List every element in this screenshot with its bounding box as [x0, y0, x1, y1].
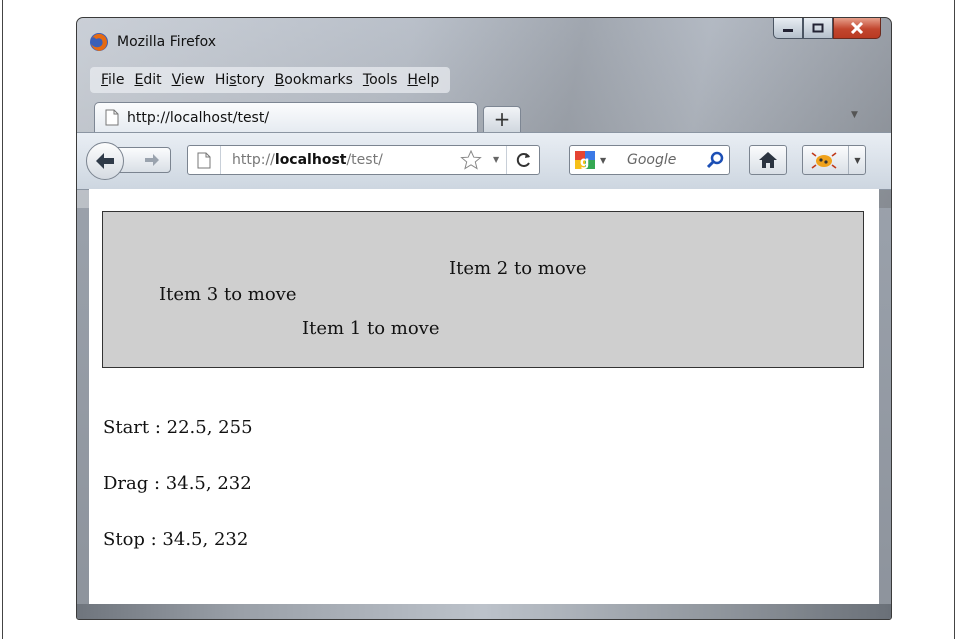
firebug-button[interactable]: ▼ — [802, 145, 866, 175]
firefox-window: Mozilla Firefox File Edit View History B… — [76, 17, 892, 620]
menu-view[interactable]: View — [172, 72, 205, 88]
new-tab-button[interactable]: + — [483, 106, 521, 133]
back-arrow-icon — [96, 153, 114, 169]
status-drag: Drag : 34.5, 232 — [103, 473, 252, 494]
menu-bar: File Edit View History Bookmarks Tools H… — [90, 67, 451, 93]
minimize-button[interactable] — [773, 18, 803, 39]
site-identity-button[interactable] — [188, 146, 221, 174]
close-button[interactable] — [833, 18, 881, 39]
status-stop: Stop : 34.5, 232 — [103, 529, 249, 550]
search-icon[interactable] — [706, 151, 724, 169]
title-bar: Mozilla Firefox — [89, 32, 216, 52]
draggable-item-3[interactable]: Item 3 to move — [159, 284, 296, 305]
menu-bookmarks[interactable]: Bookmarks — [275, 72, 353, 88]
url-path: /test/ — [346, 152, 383, 168]
draggable-item-1[interactable]: Item 1 to move — [302, 318, 439, 339]
url-text[interactable]: http://localhost/test/ — [232, 152, 383, 168]
reload-button[interactable] — [506, 146, 541, 174]
url-bar[interactable]: http://localhost/test/ ▼ — [187, 145, 540, 175]
maximize-icon — [812, 23, 824, 33]
forward-arrow-icon — [145, 154, 159, 166]
window-controls — [773, 18, 881, 40]
window-bottom-frame — [77, 604, 891, 619]
window-title: Mozilla Firefox — [117, 34, 217, 50]
status-start: Start : 22.5, 255 — [103, 417, 253, 438]
page-icon — [105, 109, 119, 126]
svg-text:g: g — [580, 155, 589, 170]
firebug-dropdown-icon[interactable]: ▼ — [848, 146, 866, 174]
minimize-icon — [783, 29, 793, 32]
home-button[interactable] — [749, 145, 787, 175]
firebug-icon — [811, 152, 837, 169]
google-icon: g — [575, 151, 595, 170]
navigation-toolbar: http://localhost/test/ ▼ g ▼ Google ▼ — [77, 132, 891, 190]
menu-history[interactable]: History — [215, 72, 265, 88]
url-dropdown-icon[interactable]: ▼ — [493, 155, 499, 164]
maximize-button[interactable] — [803, 18, 833, 39]
tab-list-chevron-icon[interactable]: ▼ — [851, 110, 858, 120]
page-content: Item 2 to move Item 3 to move Item 1 to … — [89, 189, 879, 604]
search-engine-selector[interactable]: g ▼ — [574, 150, 616, 170]
tab-active[interactable]: http://localhost/test/ — [94, 102, 478, 132]
url-host: localhost — [274, 152, 347, 168]
url-prefix: http:// — [232, 152, 275, 168]
menu-file[interactable]: File — [101, 72, 124, 88]
reload-icon — [516, 153, 530, 167]
search-input[interactable]: Google — [627, 152, 676, 168]
home-icon — [759, 152, 777, 168]
close-icon — [850, 22, 864, 34]
menu-tools[interactable]: Tools — [363, 72, 398, 88]
firefox-logo-icon — [89, 32, 109, 52]
figure-frame-right — [954, 0, 955, 639]
page-icon — [197, 152, 211, 168]
draggable-item-2[interactable]: Item 2 to move — [449, 258, 586, 279]
search-bar[interactable]: g ▼ Google — [569, 145, 730, 175]
menu-help[interactable]: Help — [407, 72, 439, 88]
drag-container: Item 2 to move Item 3 to move Item 1 to … — [102, 211, 864, 368]
star-icon[interactable] — [460, 150, 482, 170]
menu-edit[interactable]: Edit — [134, 72, 161, 88]
back-button[interactable] — [86, 142, 124, 180]
tab-title: http://localhost/test/ — [127, 109, 270, 126]
figure-frame-left — [2, 0, 3, 639]
